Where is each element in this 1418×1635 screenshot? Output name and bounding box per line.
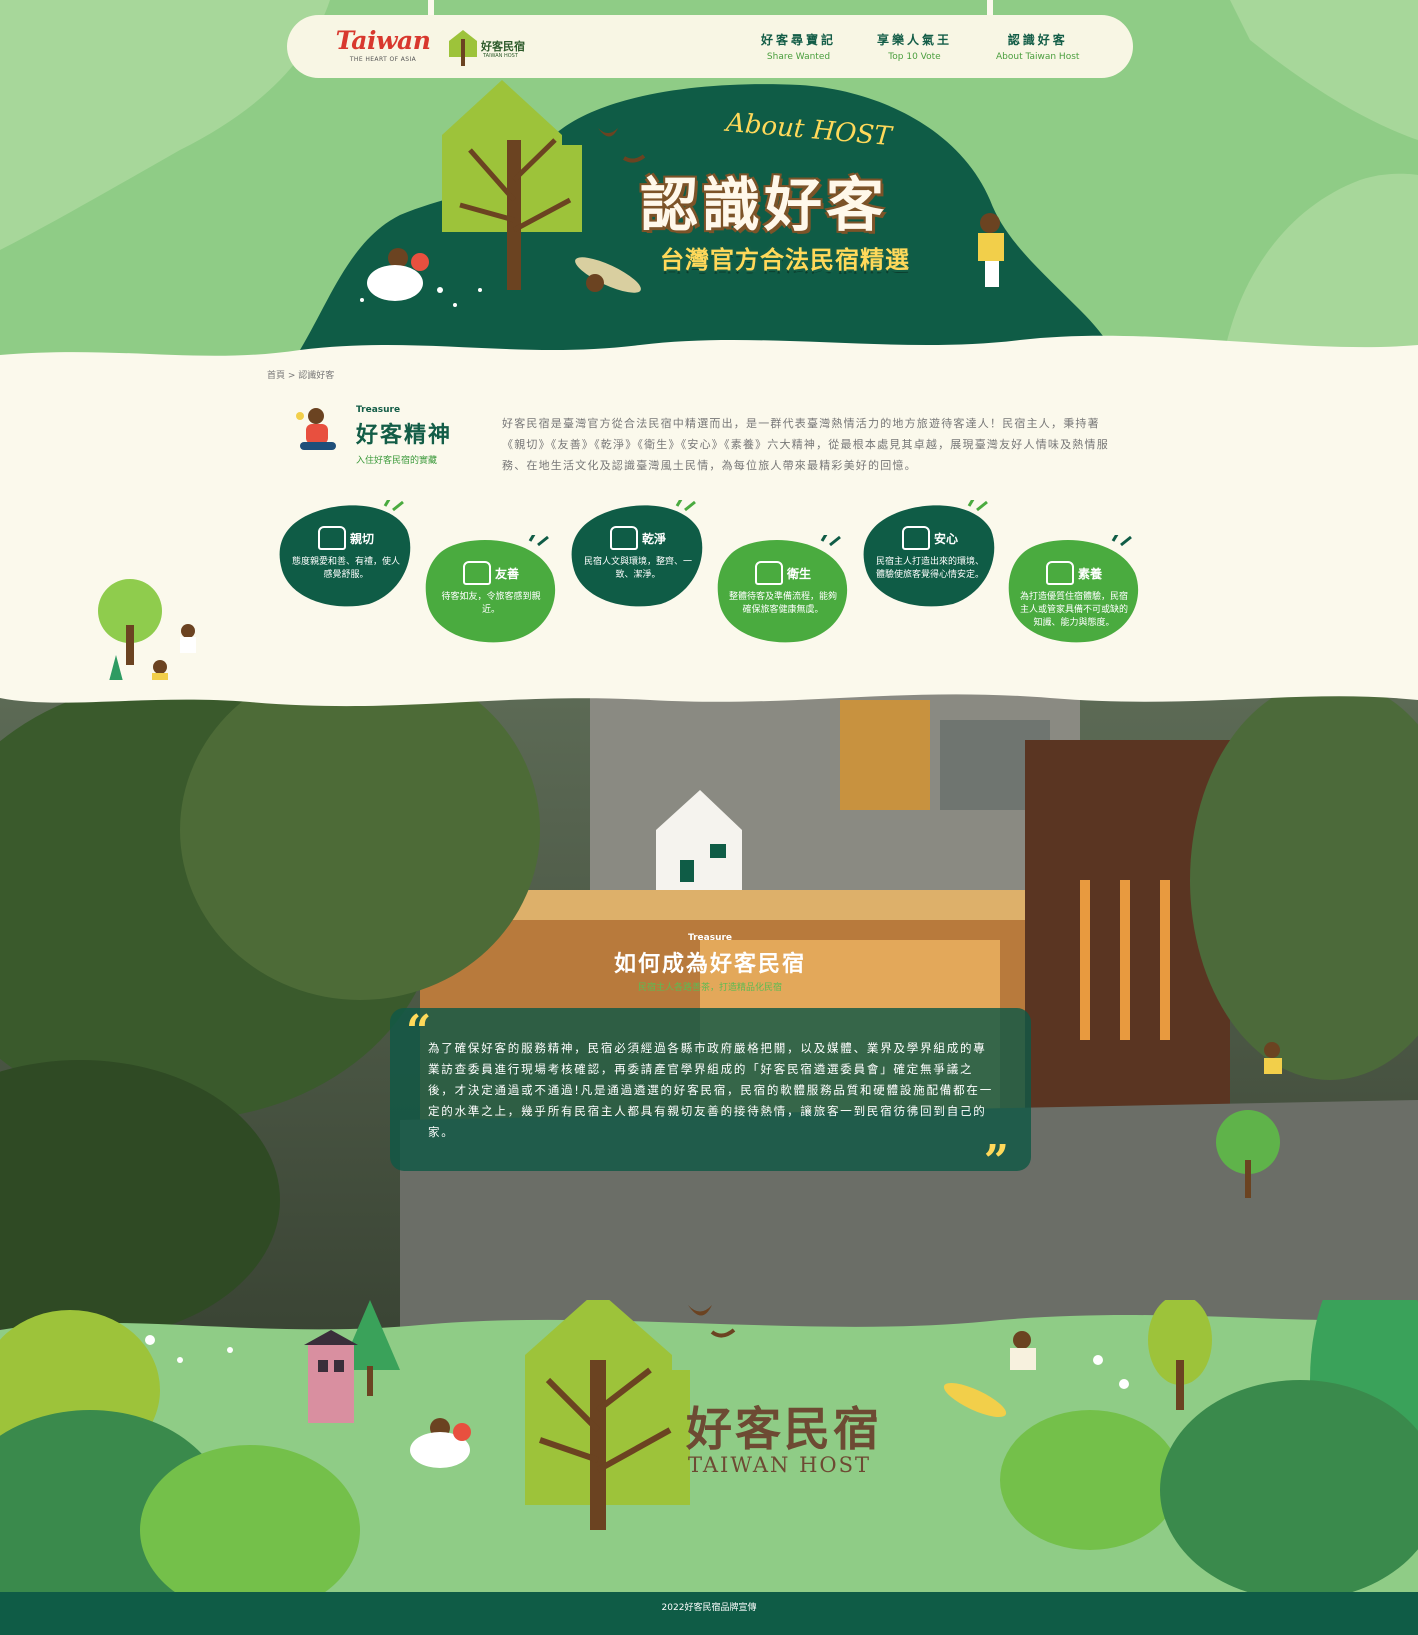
value-card-hygiene: 衛生 整體待客及準備流程，能夠確保旅客健康無虞。 [716, 535, 850, 643]
hero-banner: About HOST 認識好客 台灣官方合法民宿精選 Taiwan THE HE… [0, 0, 1418, 380]
footer-bar [0, 1592, 1418, 1635]
top-navbar: Taiwan THE HEART OF ASIA 好客民宿 TAIWAN HOS… [287, 15, 1133, 78]
tree-house-icon [449, 30, 477, 66]
taiwan-host-logo-zh: 好客民宿 [481, 40, 525, 53]
people-icon [462, 561, 491, 585]
nav-label-en: Top 10 Vote [888, 52, 941, 62]
value-card-safe: 安心 民宿主人打造出來的環境、體驗使旅客覺得心情安定。 [863, 500, 997, 608]
nav-about-host[interactable]: 認識好客 About Taiwan Host [996, 31, 1079, 62]
nav-label-en: About Taiwan Host [996, 52, 1080, 62]
value-text: 為打造優質住宿體驗，民宿主人或管家具備不可或缺的知識、能力與態度。 [1019, 592, 1128, 628]
nav-label-en: Share Wanted [766, 52, 831, 62]
value-text: 民宿主人打造出來的環境、體驗使旅客覺得心情安定。 [875, 557, 984, 580]
value-title: 友善 [494, 566, 519, 581]
breadcrumb-separator: > [285, 371, 299, 381]
spirit-subtitle: 入住好客民宿的實藏 [356, 456, 438, 466]
nav-label-zh: 認識好客 [1007, 33, 1068, 47]
nav-share-wanted[interactable]: 好客尋寶記 Share Wanted [761, 31, 836, 62]
taiwan-logo-tagline: THE HEART OF ASIA [349, 56, 417, 63]
how-quote-text: 為了確保好客的服務精神，民宿必須經過各縣市政府嚴格把關，以及媒體、業界及學界組成… [428, 1041, 994, 1139]
blob-shape [571, 500, 703, 607]
taiwan-host-logo[interactable]: 好客民宿 TAIWAN HOST [445, 27, 525, 67]
footer-text: 2022好客民宿品牌宣傳 [661, 1603, 757, 1613]
value-title: 素養 [1077, 566, 1102, 581]
value-text: 態度親愛和善、有禮，使人感覺舒服。 [291, 557, 400, 580]
hero-title: 認識好客 [640, 171, 889, 239]
value-text: 整體待客及準備流程，能夠確保旅客健康無虞。 [728, 592, 837, 615]
how-quote-box: “ 為了確保好客的服務精神，民宿必須經過各縣市政府嚴格把關，以及媒體、業界及學界… [390, 1006, 1031, 1187]
hand-wash-icon [754, 561, 783, 585]
value-card-clean: 乾淨 民宿人文與環境，整齊、一致、潔淨。 [571, 500, 705, 608]
value-card-kindness: 親切 態度親愛和善、有禮，使人感覺舒服。 [279, 500, 413, 608]
breadcrumb: 首頁 > 認識好客 [267, 368, 334, 381]
blob-shape [425, 535, 556, 643]
nav-top10-vote[interactable]: 享樂人氣王 Top 10 Vote [877, 31, 952, 62]
spirit-heading: Treasure 好客精神 入住好客民宿的實藏 [356, 405, 452, 466]
value-text: 民宿人文與環境，整齊、一致、潔淨。 [583, 557, 692, 580]
nav-label-zh: 好客尋寶記 [761, 33, 837, 47]
house-heart-icon [901, 526, 930, 550]
traveler-illustration [296, 408, 336, 450]
how-tag: Treasure [687, 933, 733, 943]
spirit-description: 好客民宿是臺灣官方從合法民宿中精選而出，是一群代表臺灣熱情活力的地方旅遊待客達人… [502, 417, 1109, 472]
heart-hand-icon [317, 526, 346, 550]
value-card-friendly: 友善 待客如友，令旅客感到親近。 [424, 535, 558, 643]
breadcrumb-current: 認識好客 [298, 371, 335, 381]
bottom-logo-en: TAIWAN HOST [688, 1453, 871, 1477]
value-text: 待客如友，令旅客感到親近。 [441, 592, 541, 615]
value-title: 衛生 [786, 566, 811, 581]
blob-shape [279, 500, 411, 607]
how-subtitle: 民宿主人各路善茶，打造精品化民宿 [637, 983, 782, 993]
taiwan-logo-word: Taiwan [335, 26, 431, 55]
close-quote-icon: ” [983, 1136, 1009, 1187]
value-title: 乾淨 [641, 531, 666, 546]
hero-subtitle: 台灣官方合法民宿精選 [660, 246, 910, 274]
value-card-literacy: 素養 為打造優質住宿體驗，民宿主人或管家具備不可或缺的知識、能力與態度。 [1007, 535, 1141, 643]
spirit-title: 好客精神 [356, 423, 453, 448]
blob-shape [863, 500, 995, 607]
how-title: 如何成為好客民宿 [613, 952, 806, 977]
sparkle-bottle-icon [609, 526, 638, 550]
taiwan-logo[interactable]: Taiwan THE HEART OF ASIA [335, 26, 431, 64]
spirit-tag: Treasure [356, 405, 401, 415]
breadcrumb-home-link[interactable]: 首頁 [267, 371, 285, 381]
bottom-logo-zh: 好客民宿 [686, 1402, 882, 1456]
value-title: 安心 [933, 531, 958, 546]
blob-shape [717, 535, 848, 643]
torn-edge-top [0, 680, 1418, 707]
nav-label-zh: 享樂人氣王 [877, 33, 953, 47]
globe-icon [1045, 561, 1074, 585]
taiwan-host-logo-en: TAIWAN HOST [483, 53, 518, 59]
value-title: 親切 [349, 531, 374, 546]
